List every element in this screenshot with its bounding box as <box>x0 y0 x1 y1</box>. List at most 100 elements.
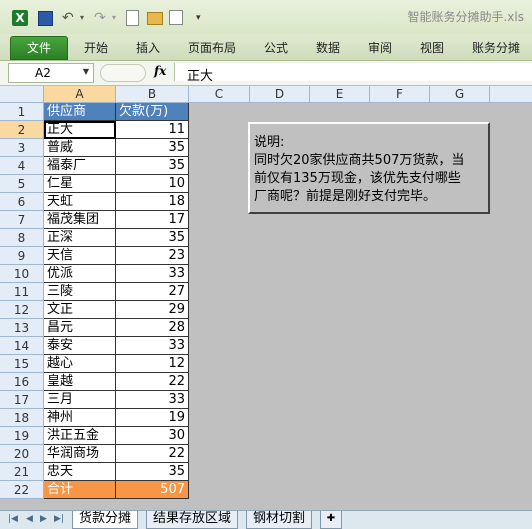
redo-icon[interactable]: ↷ <box>94 10 110 26</box>
tab-review[interactable]: 审阅 <box>360 38 400 58</box>
tab-formulas[interactable]: 公式 <box>256 38 296 58</box>
row-header[interactable]: 13 <box>0 319 44 337</box>
column-header-f[interactable]: F <box>370 86 430 103</box>
debt-cell[interactable]: 17 <box>116 211 189 229</box>
debt-cell[interactable]: 19 <box>116 409 189 427</box>
row-header[interactable]: 18 <box>0 409 44 427</box>
formula-bar-expander[interactable] <box>100 64 146 82</box>
debt-cell[interactable]: 35 <box>116 463 189 481</box>
tab-file[interactable]: 文件 <box>10 36 68 60</box>
tab-account-allocation[interactable]: 账务分摊 <box>466 38 526 58</box>
tab-home[interactable]: 开始 <box>76 38 116 58</box>
row-header[interactable]: 1 <box>0 103 44 121</box>
debt-cell[interactable]: 27 <box>116 283 189 301</box>
save-icon[interactable] <box>38 11 53 26</box>
header-cell-debt[interactable]: 欠款(万) <box>116 103 189 121</box>
sheet-tab-payment-allocation[interactable]: 货款分摊 <box>72 511 139 529</box>
name-box[interactable]: A2 ▼ <box>8 63 94 83</box>
row-header[interactable]: 21 <box>0 463 44 481</box>
debt-cell[interactable]: 29 <box>116 301 189 319</box>
tab-insert[interactable]: 插入 <box>128 38 168 58</box>
supplier-cell[interactable]: 福泰厂 <box>44 157 116 175</box>
undo-icon[interactable]: ↶ <box>62 10 78 26</box>
supplier-cell[interactable]: 福茂集团 <box>44 211 116 229</box>
row-header[interactable]: 20 <box>0 445 44 463</box>
column-header-c[interactable]: C <box>189 86 250 103</box>
column-header-h[interactable] <box>490 86 532 103</box>
row-header[interactable]: 16 <box>0 373 44 391</box>
column-header-a[interactable]: A <box>44 86 116 103</box>
debt-cell[interactable]: 30 <box>116 427 189 445</box>
debt-cell[interactable]: 12 <box>116 355 189 373</box>
debt-cell[interactable]: 33 <box>116 391 189 409</box>
column-header-b[interactable]: B <box>116 86 189 103</box>
row-header[interactable]: 14 <box>0 337 44 355</box>
supplier-cell[interactable]: 昌元 <box>44 319 116 337</box>
tab-page-layout[interactable]: 页面布局 <box>184 38 240 58</box>
row-header[interactable]: 12 <box>0 301 44 319</box>
row-header[interactable]: 2 <box>0 121 44 139</box>
next-sheet-icon[interactable]: ▶ <box>40 514 47 524</box>
debt-cell[interactable]: 35 <box>116 157 189 175</box>
row-header[interactable]: 8 <box>0 229 44 247</box>
column-header-g[interactable]: G <box>430 86 490 103</box>
row-header[interactable]: 22 <box>0 481 44 499</box>
total-value-cell[interactable]: 507 <box>116 481 189 499</box>
debt-cell[interactable]: 22 <box>116 373 189 391</box>
supplier-cell[interactable]: 普威 <box>44 139 116 157</box>
debt-cell[interactable]: 33 <box>116 337 189 355</box>
row-header[interactable]: 17 <box>0 391 44 409</box>
total-label-cell[interactable]: 合计 <box>44 481 116 499</box>
excel-app-icon[interactable]: X <box>12 10 28 26</box>
row-header[interactable]: 11 <box>0 283 44 301</box>
print-preview-icon[interactable] <box>169 10 183 25</box>
row-header[interactable]: 4 <box>0 157 44 175</box>
name-box-dropdown-icon[interactable]: ▼ <box>83 67 89 76</box>
last-sheet-icon[interactable]: ▶| <box>54 514 64 524</box>
debt-cell[interactable]: 10 <box>116 175 189 193</box>
supplier-cell[interactable]: 天虹 <box>44 193 116 211</box>
debt-cell[interactable]: 35 <box>116 229 189 247</box>
prev-sheet-icon[interactable]: ◀ <box>26 514 33 524</box>
supplier-cell[interactable]: 仁星 <box>44 175 116 193</box>
row-header[interactable]: 19 <box>0 427 44 445</box>
insert-sheet-icon[interactable]: ✚ <box>320 511 342 529</box>
row-header[interactable]: 6 <box>0 193 44 211</box>
supplier-cell[interactable]: 越心 <box>44 355 116 373</box>
debt-cell[interactable]: 35 <box>116 139 189 157</box>
debt-cell[interactable]: 18 <box>116 193 189 211</box>
row-header[interactable]: 7 <box>0 211 44 229</box>
redo-dropdown-icon[interactable]: ▾ <box>112 10 120 26</box>
instruction-note[interactable]: 说明: 同时欠20家供应商共507万货款，当 前仅有135万现金，该优先支付哪些… <box>248 122 490 214</box>
column-header-e[interactable]: E <box>310 86 370 103</box>
debt-cell[interactable]: 23 <box>116 247 189 265</box>
row-header[interactable]: 9 <box>0 247 44 265</box>
supplier-cell[interactable]: 三月 <box>44 391 116 409</box>
supplier-cell[interactable]: 正深 <box>44 229 116 247</box>
row-header[interactable]: 3 <box>0 139 44 157</box>
tab-data[interactable]: 数据 <box>308 38 348 58</box>
column-header-d[interactable]: D <box>250 86 310 103</box>
supplier-cell[interactable]: 神州 <box>44 409 116 427</box>
supplier-cell[interactable]: 华润商场 <box>44 445 116 463</box>
supplier-cell[interactable]: 三陵 <box>44 283 116 301</box>
row-header[interactable]: 15 <box>0 355 44 373</box>
tab-view[interactable]: 视图 <box>412 38 452 58</box>
supplier-cell[interactable]: 正大 <box>44 121 116 139</box>
supplier-cell[interactable]: 洪正五金 <box>44 427 116 445</box>
supplier-cell[interactable]: 泰安 <box>44 337 116 355</box>
supplier-cell[interactable]: 天信 <box>44 247 116 265</box>
row-header[interactable]: 10 <box>0 265 44 283</box>
insert-function-icon[interactable]: fx <box>154 64 166 78</box>
row-header[interactable]: 5 <box>0 175 44 193</box>
supplier-cell[interactable]: 皇越 <box>44 373 116 391</box>
supplier-cell[interactable]: 忠天 <box>44 463 116 481</box>
debt-cell[interactable]: 22 <box>116 445 189 463</box>
customize-toolbar-icon[interactable]: ▾ <box>196 10 206 26</box>
debt-cell[interactable]: 11 <box>116 121 189 139</box>
sheet-tab-steel-cutting[interactable]: 钢材切割 <box>246 511 313 529</box>
header-cell-supplier[interactable]: 供应商 <box>44 103 116 121</box>
supplier-cell[interactable]: 文正 <box>44 301 116 319</box>
sheet-tab-results[interactable]: 结果存放区域 <box>146 511 239 529</box>
formula-input[interactable]: 正大 <box>174 63 532 84</box>
